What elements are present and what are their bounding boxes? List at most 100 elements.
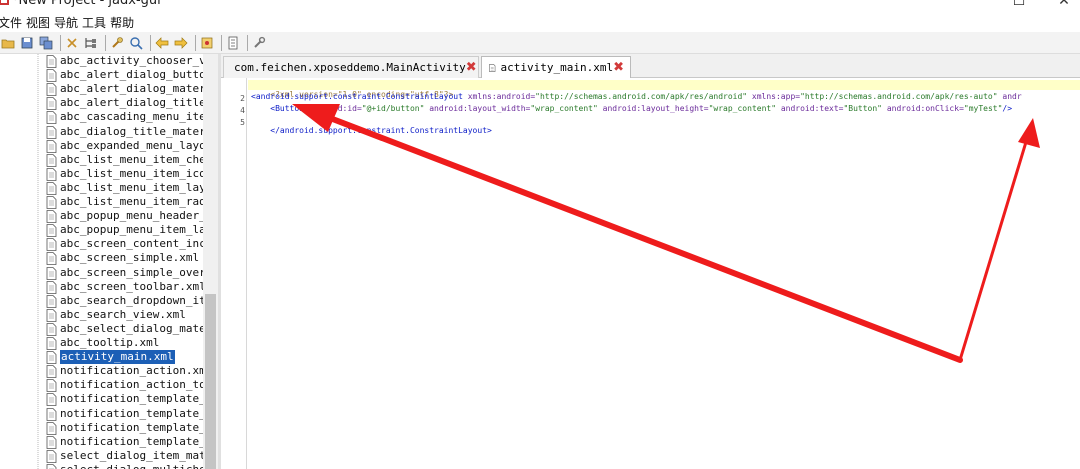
search-icon[interactable] — [109, 35, 125, 51]
tree-item[interactable]: select_dialog_item_mater — [0, 449, 218, 463]
file-icon — [46, 224, 57, 238]
tree-item[interactable]: select_dialog_multichoic — [0, 463, 218, 469]
tree-item[interactable]: abc_screen_simple.xml — [0, 251, 218, 266]
tree-item[interactable]: abc_popup_menu_item_layo — [0, 223, 218, 238]
toolbar-separator — [195, 34, 196, 51]
tree-item[interactable]: notification_action_tomb — [0, 378, 218, 393]
sync-icon[interactable] — [64, 35, 80, 51]
tree-item-label: notification_template_pa — [60, 420, 203, 434]
tree-item-label: abc_select_dialog_materi — [60, 321, 203, 335]
tree-item[interactable]: abc_list_menu_item_layou — [0, 181, 218, 195]
file-icon — [46, 449, 57, 463]
code-line-1: <?xml version="1.0" encoding="utf-8"?> — [251, 80, 453, 99]
tree-item[interactable]: notification_action.xml — [0, 364, 218, 379]
file-icon — [46, 83, 57, 97]
file-icon — [46, 252, 57, 266]
save-all-icon[interactable] — [38, 35, 54, 51]
tree-item[interactable]: abc_search_view.xml — [0, 308, 218, 322]
xml-tag: <Button — [251, 104, 304, 113]
file-icon — [46, 125, 57, 139]
file-icon — [46, 196, 57, 209]
file-icon — [46, 55, 57, 68]
xml-attr: xmlns:android= — [462, 92, 536, 101]
tree-item-label: abc_search_dropdown_item — [60, 293, 203, 307]
menu-navigate[interactable]: 导航 — [54, 14, 82, 31]
tree-scroll-thumb[interactable] — [205, 294, 216, 469]
tree-item[interactable]: abc_activity_chooser_vie — [0, 54, 218, 68]
xml-attr: android:text= — [776, 104, 844, 113]
tree-item-label: activity_main.xml — [60, 350, 175, 365]
tree-item-label: abc_cascading_menu_item_ — [60, 110, 203, 124]
tree-item-label: abc_expanded_menu_layout — [60, 138, 203, 152]
open-icon[interactable] — [0, 35, 16, 51]
tree-item[interactable]: notification_template_ic — [0, 407, 218, 421]
code-line-4: </android.support.constraint.ConstraintL… — [251, 116, 492, 135]
toolbar-separator — [247, 34, 248, 51]
tree-item[interactable]: abc_list_menu_item_radic — [0, 195, 218, 209]
tree-item[interactable]: abc_screen_simple_overla — [0, 266, 218, 280]
tree-item[interactable]: abc_alert_dialog_title_m — [0, 96, 218, 111]
line-number: 5 — [240, 118, 245, 127]
file-icon — [46, 365, 57, 379]
xml-attr: xmlns:app= — [747, 92, 801, 101]
menu-help[interactable]: 帮助 — [110, 14, 138, 31]
tree-item[interactable]: abc_list_menu_item_icon. — [0, 167, 218, 181]
toolbar — [0, 32, 1080, 54]
menu-tools[interactable]: 工具 — [82, 14, 110, 31]
xml-value: "wrap_content" — [530, 104, 598, 113]
log-icon[interactable] — [225, 35, 241, 51]
file-icon — [46, 463, 57, 469]
close-tab-icon[interactable]: ✖ — [613, 60, 624, 75]
deobf-icon[interactable] — [199, 35, 215, 51]
tree-item[interactable]: abc_search_dropdown_item — [0, 294, 218, 308]
close-button[interactable]: ✕ — [1057, 0, 1071, 8]
tree-item-label: notification_action_tomb — [60, 378, 203, 392]
tab-label: activity_main.xml — [500, 61, 614, 74]
tree-item[interactable]: abc_dialog_title_materia — [0, 125, 218, 139]
file-icon — [46, 238, 57, 252]
menu-file[interactable]: 文件 — [0, 14, 26, 31]
tree-item-label: abc_alert_dialog_button_ — [60, 68, 203, 82]
tree-item-label: abc_list_menu_item_layou — [60, 180, 203, 194]
editor-tab-bar: C com.feichen.xposeddemo.MainActivity ✖ … — [221, 54, 1080, 78]
xml-value: "@+id/button" — [361, 104, 425, 113]
tree-item[interactable]: abc_screen_content_inclu — [0, 237, 218, 252]
tree-item[interactable]: activity_main.xml — [0, 350, 218, 365]
title-bar: *New Project - jadx-gui ☐ ✕ — [0, 0, 1080, 12]
menu-view[interactable]: 视图 — [26, 14, 54, 31]
forward-icon[interactable] — [173, 35, 189, 51]
toolbar-separator — [105, 34, 106, 51]
tree-item[interactable]: abc_list_menu_item_check — [0, 153, 218, 167]
xml-value: "http://schemas.android.com/apk/res-auto… — [800, 92, 998, 101]
tree-item[interactable]: abc_cascading_menu_item_ — [0, 110, 218, 125]
maximize-button[interactable]: ☐ — [1012, 0, 1026, 8]
settings-icon[interactable] — [251, 35, 267, 51]
tree-item[interactable]: abc_popup_menu_header_it — [0, 209, 218, 223]
tree-item[interactable]: abc_expanded_menu_layout — [0, 139, 218, 153]
tree-icon[interactable] — [83, 35, 99, 51]
tree-item[interactable]: abc_tooltip.xml — [0, 336, 218, 350]
tree-item-label: abc_list_menu_item_icon. — [60, 166, 203, 180]
tree-item[interactable]: abc_alert_dialog_materia — [0, 82, 218, 97]
tree-item[interactable]: abc_select_dialog_materi — [0, 322, 218, 336]
xml-closing-tag: </android.support.constraint.ConstraintL… — [270, 126, 492, 135]
tree-item[interactable]: abc_alert_dialog_button_ — [0, 68, 218, 82]
file-icon — [46, 266, 57, 280]
code-editor[interactable]: 2 4 5 <?xml version="1.0" encoding="utf-… — [221, 78, 1080, 469]
tree-item-label: abc_dialog_title_materia — [60, 124, 203, 138]
tree-item[interactable]: notification_template_pa — [0, 421, 218, 435]
file-icon — [46, 181, 57, 195]
tree-item[interactable]: notification_template_pa — [0, 435, 218, 449]
file-icon — [46, 322, 57, 336]
back-icon[interactable] — [154, 35, 170, 51]
find-icon[interactable] — [128, 35, 144, 51]
file-icon — [46, 407, 57, 421]
tree-item-label: notification_template_cu — [60, 392, 203, 406]
tab-main-activity[interactable]: C com.feichen.xposeddemo.MainActivity ✖ — [223, 56, 479, 78]
tree-item[interactable]: notification_template_cu — [0, 392, 218, 407]
tree-item[interactable]: abc_screen_toolbar.xml — [0, 280, 218, 294]
save-icon[interactable] — [19, 35, 35, 51]
tree-item-label: abc_screen_simple.xml — [60, 251, 200, 265]
close-tab-icon[interactable]: ✖ — [466, 60, 477, 75]
tab-activity-main-xml[interactable]: activity_main.xml ✖ — [481, 56, 631, 78]
